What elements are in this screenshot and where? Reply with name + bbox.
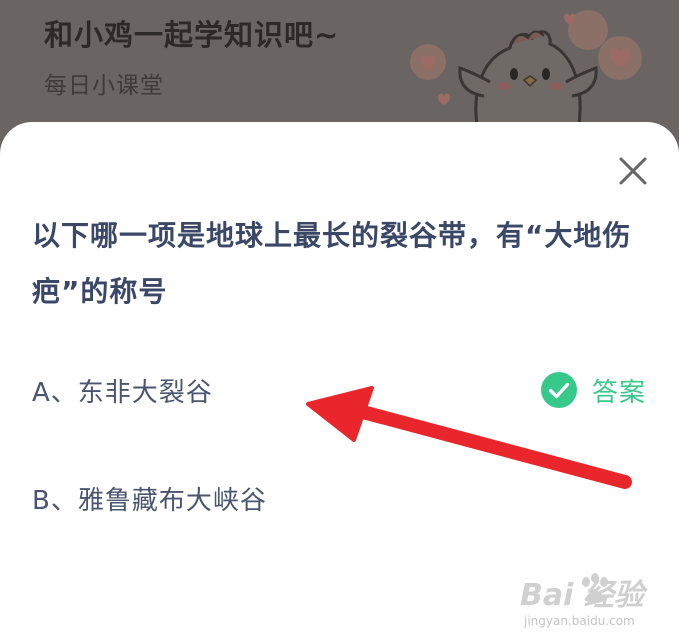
option-label: B、雅鲁藏布大峡谷: [32, 486, 267, 516]
check-circle-icon: [540, 372, 577, 408]
header-subtitle: 每日小课堂: [44, 73, 164, 99]
chick-mascot-icon: [410, 10, 642, 140]
baidu-jingyan-watermark: Bai 经验 jingyan.baidu.com: [520, 570, 670, 636]
option-b[interactable]: B、雅鲁藏布大峡谷: [32, 470, 652, 526]
answer-badge: 答案: [540, 370, 646, 410]
watermark-url: jingyan.baidu.com: [524, 614, 635, 628]
header-title: 和小鸡一起学知识吧~: [44, 18, 340, 52]
question-text: 以下哪一项是地球上最长的裂谷带，有“大地伤疤”的称号: [32, 219, 632, 308]
option-a[interactable]: A、东非大裂谷 答案: [32, 362, 652, 418]
watermark-brand: Bai 经验: [520, 578, 644, 613]
option-label: A、东非大裂谷: [32, 378, 213, 408]
close-icon[interactable]: [612, 150, 654, 192]
answer-label: 答案: [591, 377, 646, 408]
page: 和小鸡一起学知识吧~ 每日小课堂 以下哪一项是地球上最长的裂谷带，有“大地伤疤”…: [0, 0, 679, 644]
